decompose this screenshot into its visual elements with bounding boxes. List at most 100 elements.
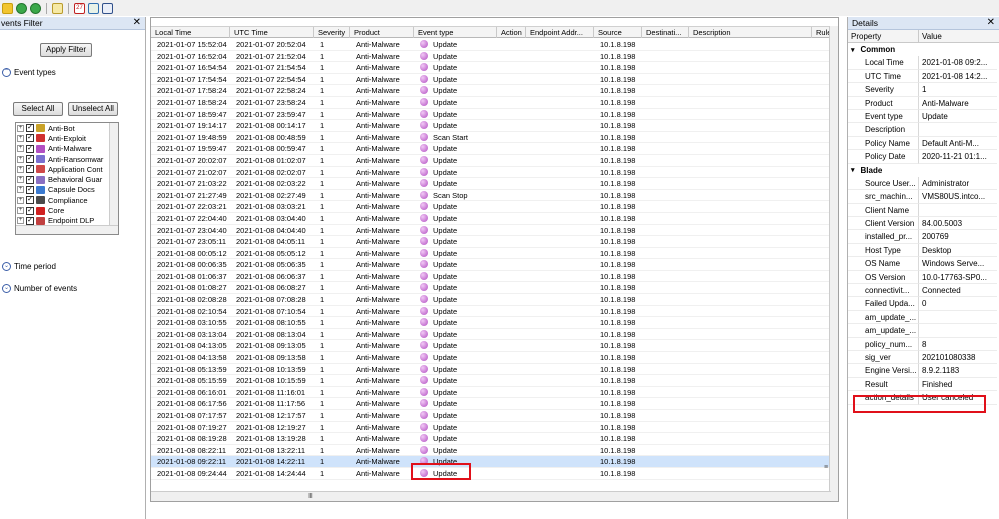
- checkbox[interactable]: ✓: [26, 175, 34, 184]
- table-row[interactable]: 2021-01-08 08:22:11 2021-01-08 13:22:11 1 A…: [151, 445, 831, 457]
- table-row[interactable]: 2021-01-08 06:16:01 2021-01-08 11:16:01 1 A…: [151, 387, 831, 399]
- tree-vertical-scrollbar[interactable]: [109, 123, 118, 234]
- expand-icon[interactable]: +: [17, 196, 24, 204]
- property-row[interactable]: Engine Versi... 8.9.2.1183: [848, 364, 999, 378]
- copy-icon[interactable]: [52, 2, 63, 14]
- property-row[interactable]: OS Name Windows Serve...: [848, 257, 999, 271]
- expand-icon[interactable]: +: [17, 155, 24, 163]
- table-row[interactable]: 2021-01-08 02:10:54 2021-01-08 07:10:54 1 A…: [151, 306, 831, 318]
- property-column-header[interactable]: Property: [848, 30, 919, 42]
- property-row[interactable]: Product Anti-Malware: [848, 96, 999, 110]
- column-header[interactable]: Product: [350, 27, 414, 38]
- column-header[interactable]: Description: [689, 27, 812, 38]
- property-row[interactable]: src_machin... VMS80US.intco...: [848, 190, 999, 204]
- property-row[interactable]: Client Name: [848, 203, 999, 218]
- table-row[interactable]: 2021-01-07 19:48:59 2021-01-08 00:48:59 1 A…: [151, 132, 831, 144]
- table-row[interactable]: 2021-01-08 05:15:59 2021-01-08 10:15:59 1 A…: [151, 375, 831, 387]
- property-row[interactable]: Event type Update: [848, 109, 999, 124]
- table-row[interactable]: 2021-01-08 05:13:59 2021-01-08 10:13:59 1 A…: [151, 364, 831, 376]
- property-row[interactable]: installed_pr... 200769: [848, 230, 999, 244]
- tree-item[interactable]: + ✓ Anti-Exploit: [16, 133, 118, 143]
- column-header[interactable]: Local Time: [151, 27, 230, 38]
- property-group[interactable]: ▾ Common: [848, 43, 999, 57]
- table-row[interactable]: 2021-01-07 18:58:24 2021-01-07 23:58:24 1 A…: [151, 97, 831, 109]
- property-row[interactable]: policy_num... 8: [848, 337, 999, 351]
- table-row[interactable]: 2021-01-08 01:08:27 2021-01-08 06:08:27 1 A…: [151, 282, 831, 295]
- unselect-all-button[interactable]: Unselect All: [68, 102, 118, 116]
- checkbox[interactable]: ✓: [26, 216, 34, 225]
- tree-item[interactable]: + ✓ Application Cont: [16, 164, 118, 174]
- property-row[interactable]: Policy Date 2020-11-21 01:1...: [848, 150, 999, 164]
- refresh-all-icon[interactable]: [30, 2, 41, 14]
- grid-vertical-scrollbar[interactable]: [829, 26, 838, 501]
- refresh-icon[interactable]: [16, 2, 27, 14]
- property-row[interactable]: OS Version 10.0-17763-SP0...: [848, 270, 999, 285]
- event-types-toggle[interactable]: ⌃ Event types: [2, 68, 56, 77]
- checkbox[interactable]: ✓: [26, 144, 34, 153]
- property-group[interactable]: ▾ Blade: [848, 163, 999, 177]
- table-row[interactable]: 2021-01-07 17:58:24 2021-01-07 22:58:24 1 A…: [151, 85, 831, 97]
- table-row[interactable]: 2021-01-07 19:59:47 2021-01-08 00:59:47 1 A…: [151, 143, 831, 155]
- property-row[interactable]: Client Version 84.00.5003: [848, 217, 999, 231]
- expand-icon[interactable]: +: [17, 145, 24, 153]
- table-row[interactable]: 2021-01-08 03:13:04 2021-01-08 08:13:04 1 A…: [151, 329, 831, 341]
- checkbox[interactable]: ✓: [26, 196, 34, 205]
- column-header[interactable]: Event type: [414, 27, 497, 38]
- close-icon[interactable]: ✕: [133, 18, 141, 28]
- number-of-events-toggle[interactable]: ⌄ Number of events: [2, 284, 77, 293]
- calendar-icon[interactable]: 27: [74, 2, 85, 14]
- table-row[interactable]: 2021-01-08 03:10:55 2021-01-08 08:10:55 1 A…: [151, 317, 831, 329]
- tree-item[interactable]: + ✓ Anti-Ransomwar: [16, 154, 118, 164]
- apply-filter-button[interactable]: Apply Filter: [40, 43, 92, 57]
- property-row[interactable]: am_update_...: [848, 310, 999, 325]
- table-row[interactable]: 2021-01-07 15:52:04 2021-01-07 20:52:04 1 A…: [151, 39, 831, 51]
- table-row[interactable]: 2021-01-08 07:19:27 2021-01-08 12:19:27 1 A…: [151, 422, 831, 434]
- table-row[interactable]: 2021-01-08 08:19:28 2021-01-08 13:19:28 1 A…: [151, 433, 831, 445]
- expand-icon[interactable]: +: [17, 176, 24, 184]
- tree-item[interactable]: + ✓ Compliance: [16, 195, 118, 205]
- property-row[interactable]: Policy Name Default Anti-M...: [848, 136, 999, 151]
- tree-item[interactable]: + ✓ Anti-Bot: [16, 123, 118, 133]
- checkbox[interactable]: ✓: [26, 134, 34, 143]
- property-row[interactable]: Description: [848, 123, 999, 137]
- value-column-header[interactable]: Value: [919, 30, 942, 42]
- checkbox[interactable]: ✓: [26, 124, 34, 133]
- property-row[interactable]: Host Type Desktop: [848, 243, 999, 258]
- table-row[interactable]: 2021-01-08 04:13:58 2021-01-08 09:13:58 1 A…: [151, 352, 831, 364]
- expand-icon[interactable]: +: [17, 186, 24, 194]
- expand-icon[interactable]: +: [17, 165, 24, 173]
- property-row[interactable]: Result Finished: [848, 377, 999, 392]
- property-row[interactable]: Severity 1: [848, 83, 999, 97]
- table-row[interactable]: 2021-01-07 19:14:17 2021-01-08 00:14:17 1 A…: [151, 120, 831, 132]
- table-row[interactable]: 2021-01-07 22:04:40 2021-01-08 03:04:40 1 A…: [151, 213, 831, 225]
- expand-icon[interactable]: +: [17, 217, 24, 225]
- checkbox[interactable]: ✓: [26, 206, 34, 215]
- column-header[interactable]: Source: [594, 27, 642, 38]
- table-row[interactable]: 2021-01-08 01:06:37 2021-01-08 06:06:37 1 A…: [151, 271, 831, 283]
- expand-icon[interactable]: +: [17, 124, 24, 132]
- tree-item[interactable]: + ✓ Capsule Docs: [16, 185, 118, 195]
- column-header[interactable]: Destinati...: [642, 27, 689, 38]
- table-row[interactable]: 2021-01-07 22:03:21 2021-01-08 03:03:21 1 A…: [151, 201, 831, 213]
- time-period-toggle[interactable]: ⌄ Time period: [2, 262, 56, 271]
- column-header[interactable]: Endpoint Addr...: [526, 27, 594, 38]
- checkbox[interactable]: ✓: [26, 155, 34, 164]
- table-row[interactable]: 2021-01-07 20:02:07 2021-01-08 01:02:07 1 A…: [151, 155, 831, 167]
- expand-icon[interactable]: +: [17, 207, 24, 215]
- table-row[interactable]: 2021-01-08 02:08:28 2021-01-08 07:08:28 1 A…: [151, 294, 831, 306]
- close-icon[interactable]: ✕: [987, 18, 995, 28]
- checkbox[interactable]: ✓: [26, 185, 34, 194]
- table-row[interactable]: 2021-01-07 16:52:04 2021-01-07 21:52:04 1 A…: [151, 51, 831, 63]
- property-row[interactable]: UTC Time 2021-01-08 14:2...: [848, 69, 999, 84]
- table-row[interactable]: 2021-01-07 21:03:22 2021-01-08 02:03:22 1 A…: [151, 178, 831, 190]
- collapse-icon[interactable]: ▾: [851, 166, 855, 174]
- table-row[interactable]: 2021-01-08 09:22:11 2021-01-08 14:22:11 1 A…: [151, 456, 831, 468]
- property-row[interactable]: sig_ver 202101080338: [848, 350, 999, 365]
- tree-item[interactable]: + ✓ Core: [16, 205, 118, 215]
- table-row[interactable]: 2021-01-07 23:05:11 2021-01-08 04:05:11 1 A…: [151, 236, 831, 248]
- table-row[interactable]: 2021-01-07 16:54:54 2021-01-07 21:54:54 1 A…: [151, 62, 831, 74]
- table-row[interactable]: 2021-01-08 04:13:05 2021-01-08 09:13:05 1 A…: [151, 340, 831, 353]
- collapse-icon[interactable]: ▾: [851, 46, 855, 54]
- table-row[interactable]: 2021-01-08 00:06:35 2021-01-08 05:06:35 1 A…: [151, 259, 831, 271]
- column-header[interactable]: Action: [497, 27, 526, 38]
